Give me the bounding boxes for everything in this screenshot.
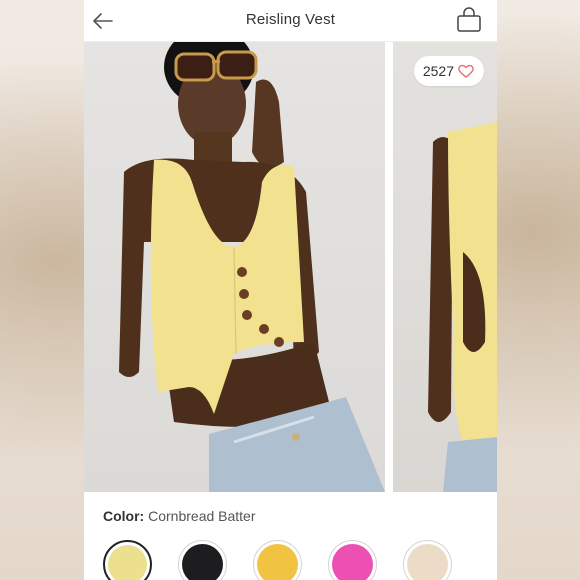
product-page: Reisling Vest 2527 Color: Cornbread Batt… — [84, 0, 497, 580]
product-image-carousel[interactable]: 2527 — [84, 42, 497, 492]
swatch-cream[interactable] — [403, 540, 452, 580]
swatch-pink[interactable] — [328, 540, 377, 580]
model-back-image — [428, 122, 497, 492]
product-photo-back[interactable]: 2527 — [393, 42, 497, 492]
swatch-fill — [182, 544, 223, 580]
shopping-bag-icon — [457, 7, 481, 32]
color-selection-label: Color: Cornbread Batter — [103, 508, 256, 524]
swatch-fill — [108, 545, 147, 580]
top-bar: Reisling Vest — [84, 0, 497, 42]
selected-color-name: Cornbread Batter — [148, 508, 256, 524]
swatch-fill — [407, 544, 448, 580]
swatch-fill — [332, 544, 373, 580]
color-swatches — [103, 540, 452, 580]
shopping-bag-button[interactable] — [455, 6, 483, 34]
heart-icon — [458, 64, 474, 78]
like-button[interactable]: 2527 — [413, 56, 484, 86]
page-title: Reisling Vest — [245, 11, 336, 28]
swatch-cornbread-batter[interactable] — [103, 540, 152, 580]
color-label: Color: — [103, 508, 145, 524]
swatch-golden-yellow[interactable] — [253, 540, 302, 580]
like-count: 2527 — [422, 63, 454, 79]
swatch-black[interactable] — [178, 540, 227, 580]
product-photo-front[interactable] — [84, 42, 385, 492]
model-front-image — [119, 42, 385, 492]
swatch-fill — [257, 544, 298, 580]
